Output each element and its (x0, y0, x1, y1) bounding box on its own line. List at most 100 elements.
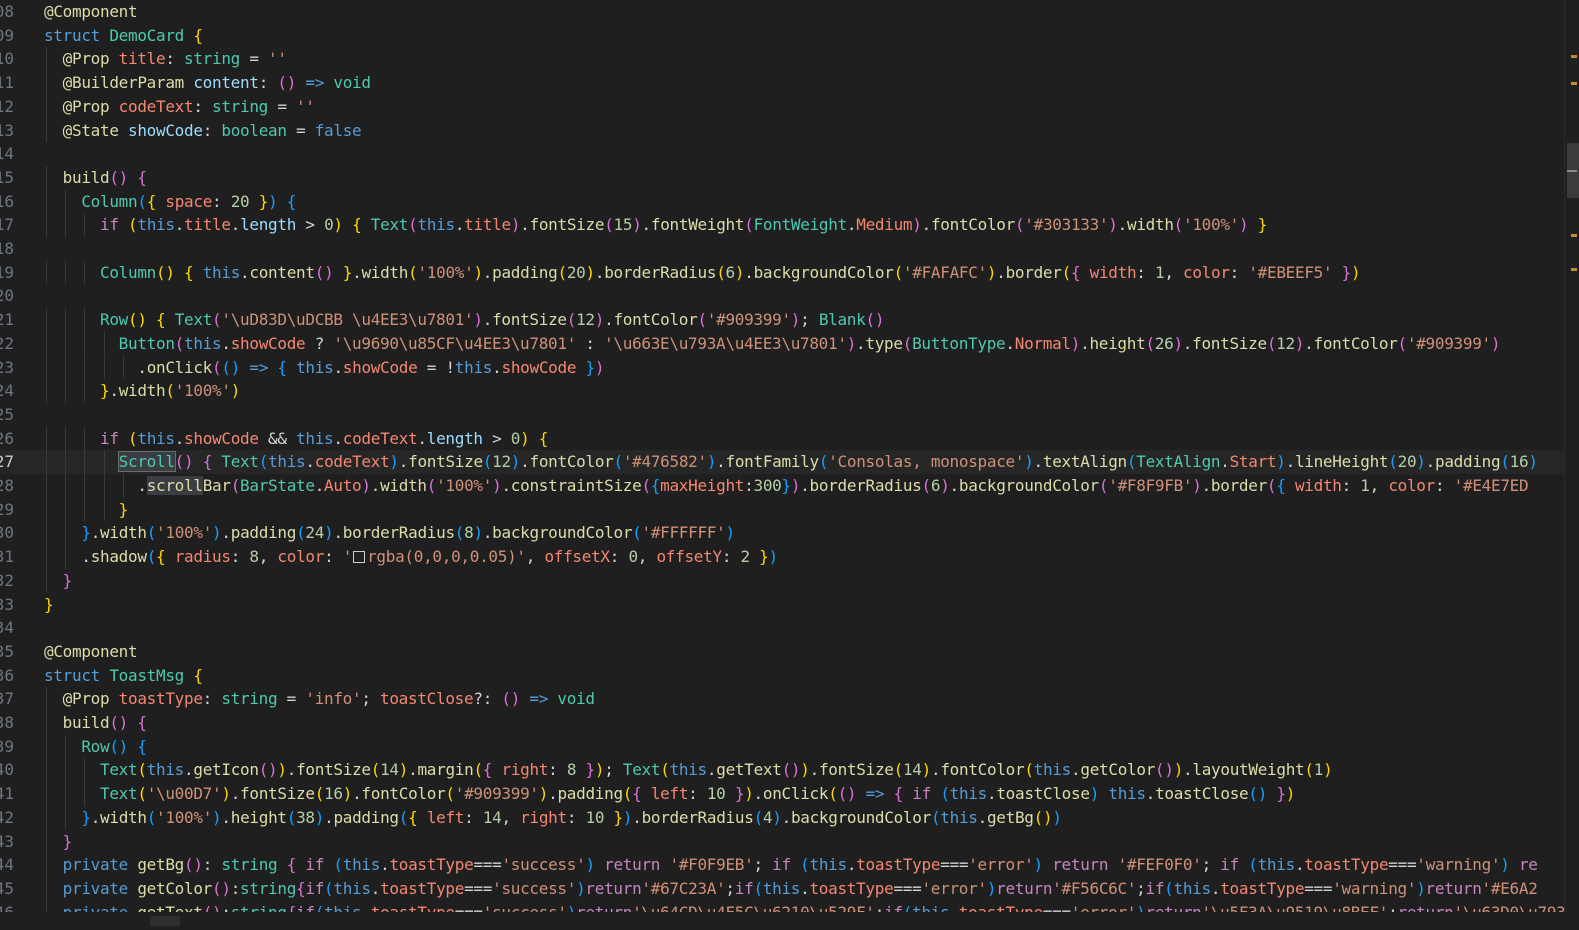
horizontal-scrollbar[interactable] (0, 912, 1565, 930)
code-token: ( (893, 262, 904, 282)
code-token: => (865, 784, 885, 804)
code-line[interactable]: 37 @Prop toastType: string = 'info'; toa… (0, 687, 1579, 711)
code-line[interactable]: 20 (0, 284, 1579, 308)
code-line[interactable]: 13 @State showCode: boolean = false (0, 118, 1579, 143)
overview-ruler-marker (1571, 55, 1577, 58)
code-line[interactable]: 41 Text('\u00D7').fontSize(16).fontColor… (0, 782, 1579, 806)
code-line[interactable]: 38 build() { (0, 711, 1579, 735)
code-line[interactable]: 10 @Prop title: string = '' (0, 47, 1579, 72)
code-token: ) (1490, 333, 1501, 353)
code-line[interactable]: 09 struct DemoCard { (0, 24, 1579, 48)
line-number: 28 (0, 476, 14, 495)
code-token: . (987, 784, 997, 804)
code-token: this (762, 878, 801, 898)
code-token: . (333, 523, 343, 543)
line-number: 29 (0, 499, 14, 519)
code-line[interactable]: 32 } (0, 568, 1579, 593)
code-text: @Component (44, 0, 138, 24)
code-token: if (305, 855, 325, 875)
code-token: 6 (930, 476, 941, 495)
code-line[interactable]: 33} (0, 593, 1579, 617)
code-token: . (1304, 333, 1314, 353)
code-line[interactable]: 17 if (this.title.length > 0) { Text(thi… (0, 213, 1579, 237)
code-token: { (296, 878, 306, 898)
code-line[interactable]: 30 }.width('100%').padding(24).borderRad… (0, 521, 1579, 546)
code-token: ) (314, 807, 325, 827)
code-token: ( (146, 807, 157, 827)
code-line[interactable]: 26 if (this.showCode && this.codeText.le… (0, 426, 1579, 451)
code-token: () (109, 736, 129, 756)
code-token: ) (1173, 333, 1183, 353)
code-text: if (this.title.length > 0) { Text(this.t… (44, 213, 1267, 237)
code-token: '100%' (156, 523, 213, 543)
code-line[interactable]: 14 (0, 142, 1579, 166)
horizontal-scrollbar-thumb[interactable] (150, 916, 180, 926)
code-line[interactable]: 27 Scroll() { Text(this.codeText).fontSi… (0, 450, 1579, 474)
code-token: Column (81, 191, 138, 211)
code-token: offsetX (544, 547, 610, 567)
code-token: getBg (986, 807, 1034, 827)
code-line[interactable]: 25 (0, 403, 1579, 427)
code-token: ( (1061, 262, 1072, 282)
code-token: { (137, 713, 147, 732)
code-line[interactable]: 31 .shadow({ radius: 8, color: ' rgba(0,0… (0, 545, 1579, 569)
code-line[interactable]: 23 .onClick(() => { this.showCode = !thi… (0, 355, 1579, 380)
code-token: ( (697, 310, 707, 330)
code-token: ( (641, 476, 651, 495)
code-token: 0 (510, 428, 521, 448)
code-token: '' (296, 96, 315, 116)
code-editor[interactable]: 08@Component09struct DemoCard {10 @Prop … (0, 0, 1579, 930)
code-line[interactable]: 11 @BuilderParam content: () => void (0, 71, 1579, 95)
code-token: . (174, 428, 185, 448)
code-line[interactable]: 12 @Prop codeText: string = '' (0, 94, 1579, 119)
code-token: 1 (1154, 262, 1165, 282)
code-token: backgroundColor (492, 523, 633, 543)
code-line[interactable]: 24 }.width('100%') (0, 379, 1579, 403)
code-token: ; (800, 310, 819, 330)
code-line[interactable]: 44 private getBg(): string { if (this.to… (0, 853, 1579, 877)
code-token: this (949, 784, 988, 804)
vertical-scrollbar[interactable] (1564, 0, 1579, 930)
code-line[interactable]: 16 Column({ space: 20 }) { (0, 189, 1579, 214)
code-token: { (277, 357, 287, 377)
code-line[interactable]: 40 Text(this.getIcon()).fontSize(14).mar… (0, 758, 1579, 783)
code-line[interactable]: 39 Row() { (0, 734, 1579, 759)
code-token: '\u9690\u85CF\u4EE3\u7801' (333, 333, 577, 353)
code-token: 'error' (968, 855, 1034, 875)
code-line[interactable]: 36 struct ToastMsg { (0, 664, 1579, 688)
code-token: constraintSize (510, 476, 642, 495)
code-token: getColor (1080, 760, 1156, 780)
color-swatch-icon[interactable] (353, 551, 366, 564)
code-line[interactable]: 35 @Component (0, 640, 1579, 664)
line-number: 43 (0, 831, 14, 851)
code-line[interactable]: 22 Button(this.showCode ? '\u9690\u85CF\… (0, 331, 1579, 356)
code-token: space (165, 191, 213, 211)
code-token: ( (165, 381, 175, 401)
code-line[interactable]: 42 }.width('100%').height(38).padding({ … (0, 805, 1579, 830)
code-token: : (1229, 262, 1249, 282)
code-line[interactable]: 29 } (0, 497, 1579, 522)
code-token: . (1183, 760, 1193, 780)
code-token: return (585, 878, 642, 898)
code-line[interactable]: 19 Column() { this.content() }.width('10… (0, 260, 1579, 285)
code-line[interactable]: 34 (0, 616, 1579, 640)
code-token: = (277, 689, 306, 709)
code-token: . (501, 476, 511, 495)
code-token: } (585, 357, 596, 377)
code-line[interactable]: 15 build() { (0, 165, 1579, 190)
code-line[interactable]: 08 @Component (0, 0, 1579, 24)
code-line[interactable]: 45 private getColor():string{if(this.toa… (0, 876, 1579, 901)
code-token: ( (1145, 333, 1155, 353)
code-line[interactable]: 28 .scrollBar(BarState.Auto).width('100%… (0, 474, 1579, 498)
code-token: Row (100, 310, 128, 330)
line-number: 33 (0, 594, 14, 614)
code-token: onClick (762, 784, 829, 804)
code-line[interactable]: 43 } (0, 829, 1579, 854)
code-line[interactable]: 18 (0, 237, 1579, 261)
line-number: 14 (0, 144, 14, 164)
code-line[interactable]: 21 Row() { Text('\uD83D\uDCBB \u4EE3\u78… (0, 308, 1579, 332)
